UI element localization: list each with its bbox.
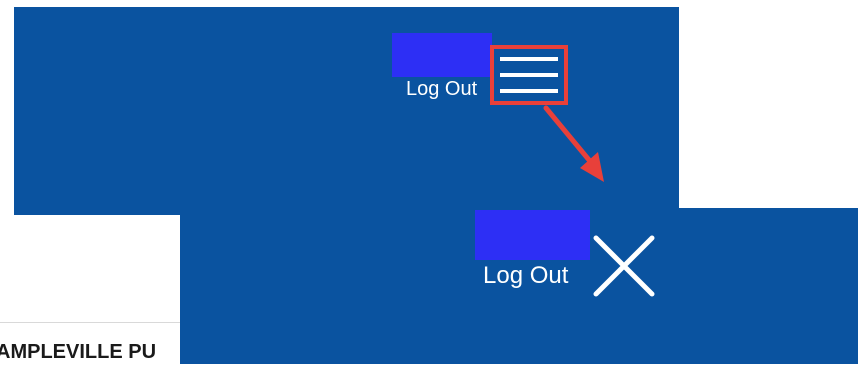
divider [0, 322, 180, 323]
arrow-down-right-icon [543, 105, 604, 182]
hamburger-menu-icon [500, 57, 558, 61]
placeholder-block [475, 210, 590, 260]
close-x-icon[interactable] [590, 232, 658, 300]
logout-link[interactable]: Log Out [406, 79, 477, 99]
hamburger-menu-button[interactable] [490, 45, 568, 105]
expanded-header: Log Out [180, 208, 858, 364]
hamburger-menu-icon [500, 73, 558, 77]
placeholder-block [392, 33, 492, 77]
hamburger-menu-icon [500, 89, 558, 93]
page-title: AMPLEVILLE PU [0, 341, 157, 363]
logout-link[interactable]: Log Out [483, 264, 568, 288]
